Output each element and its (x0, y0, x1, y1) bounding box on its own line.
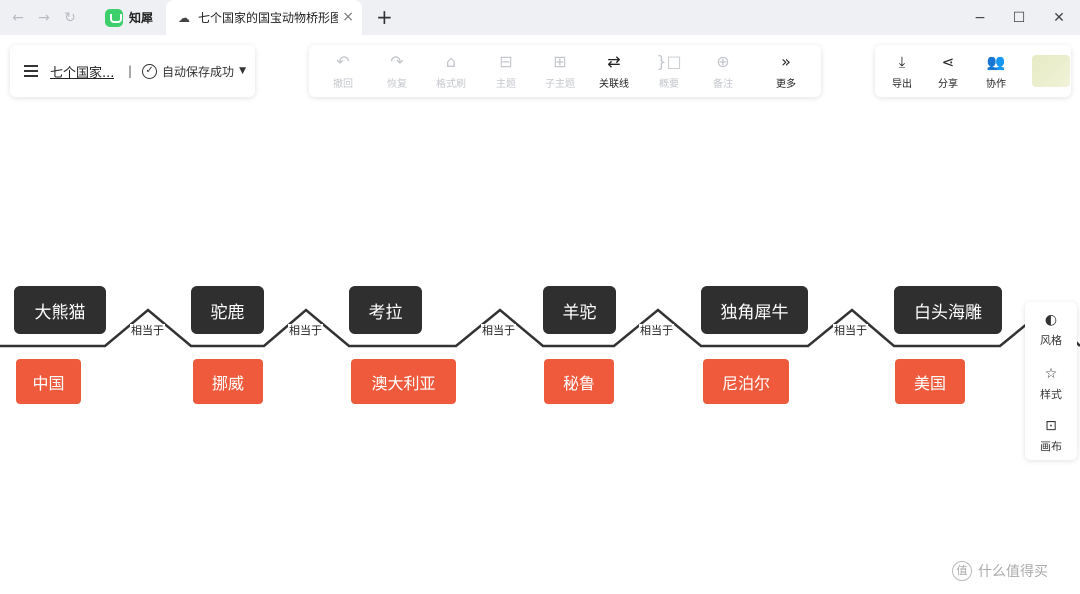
more-icon: » (781, 52, 791, 71)
relation-label[interactable]: 相当于 (130, 324, 165, 338)
relation-label[interactable]: 相当于 (639, 324, 674, 338)
relation-label[interactable]: 相当于 (481, 324, 516, 338)
palette-icon: ◐ (1044, 312, 1058, 328)
right-toolbar-button-2[interactable]: 👥 协作 (974, 51, 1018, 90)
country-node[interactable]: 澳大利亚 (351, 359, 456, 404)
animal-node[interactable]: 羊驼 (543, 286, 616, 334)
cloud-icon: ☁ (178, 10, 190, 25)
toolbar-button-2[interactable]: ⌂ 格式刷 (424, 51, 478, 90)
right-toolbar-button-1[interactable]: ⋖ 分享 (926, 51, 970, 90)
toolbar-label: 概要 (659, 79, 679, 90)
toolbar-button-1[interactable]: ↷ 恢复 (370, 51, 424, 90)
side-panel-item-0[interactable]: ◐ 风格 (1025, 310, 1077, 348)
animal-node[interactable]: 大熊猫 (14, 286, 106, 334)
relation-label[interactable]: 相当于 (288, 324, 323, 338)
toolbar-label: 恢复 (387, 79, 407, 90)
divider: | (128, 64, 133, 78)
watermark-logo-icon: 值 (952, 561, 972, 581)
right-toolbar-button-0[interactable]: ⤓ 导出 (880, 51, 924, 90)
document-title[interactable]: 七个国家... (50, 62, 114, 81)
toolbar-label: 更多 (776, 79, 796, 90)
animal-node[interactable]: 考拉 (349, 286, 422, 334)
animal-node[interactable]: 驼鹿 (191, 286, 264, 334)
maximize-icon[interactable]: ☐ (1009, 8, 1029, 28)
note-icon: ⊕ (716, 52, 730, 71)
back-icon[interactable]: ← (8, 8, 28, 28)
country-node[interactable]: 中国 (16, 359, 81, 404)
country-node[interactable]: 美国 (895, 359, 965, 404)
format-brush-icon: ⌂ (445, 52, 457, 71)
side-panel: ◐ 风格 ☆ 样式 ⊡ 画布 (1025, 302, 1077, 460)
tab-title: 知犀 (129, 11, 154, 25)
side-panel-item-1[interactable]: ☆ 样式 (1025, 364, 1077, 402)
relation-label[interactable]: 相当于 (833, 324, 868, 338)
subtopic-icon: ⊞ (553, 52, 567, 71)
watermark: 值 什么值得买 (952, 561, 1048, 581)
side-panel-label: 画布 (1040, 440, 1062, 453)
country-node[interactable]: 尼泊尔 (703, 359, 789, 404)
tab-title: 七个国家的国宝动物桥形图_新 (198, 11, 338, 25)
animal-node[interactable]: 白头海雕 (894, 286, 1002, 334)
toolbar-button-7[interactable]: ⊕ 备注 (696, 51, 750, 90)
tab-current-document[interactable]: ☁ 七个国家的国宝动物桥形图_新 × (166, 0, 362, 35)
redo-icon: ↷ (390, 52, 404, 71)
avatar[interactable] (1032, 55, 1070, 87)
tab-close-icon[interactable]: × (342, 10, 354, 24)
toolbar-button-3[interactable]: ⊟ 主题 (479, 51, 533, 90)
undo-icon: ↶ (336, 52, 350, 71)
country-node[interactable]: 秘鲁 (544, 359, 614, 404)
zhixi-logo-icon (105, 8, 123, 27)
toolbar-label: 撤回 (333, 79, 353, 90)
browser-tab-bar: ← → ↻ 知犀 ☁ 七个国家的国宝动物桥形图_新 × + − ☐ ✕ (0, 0, 1080, 35)
toolbar-button-8[interactable]: » 更多 (759, 51, 813, 90)
toolbar-label: 主题 (496, 79, 516, 90)
close-window-icon[interactable]: ✕ (1049, 8, 1069, 28)
animal-node[interactable]: 独角犀牛 (701, 286, 808, 334)
share-icon: ⋖ (941, 53, 955, 71)
export-icon: ⤓ (898, 53, 906, 71)
toolbar: ↶ 撤回 ↷ 恢复 ⌂ 格式刷 ⊟ 主题 ⊞ 子主题 ⇄ 关联线 }□ 概要 ⊕ 备注 » 更多 (309, 45, 821, 97)
menu-icon[interactable] (24, 65, 38, 77)
reload-icon[interactable]: ↻ (60, 8, 80, 28)
minimize-icon[interactable]: − (970, 8, 990, 28)
watermark-text: 什么值得买 (978, 564, 1048, 580)
collaborate-icon: 👥 (986, 53, 1006, 71)
bridge-line (0, 308, 1080, 348)
right-toolbar: ⤓ 导出 ⋖ 分享 👥 协作 (875, 45, 1071, 97)
toolbar-label: 关联线 (599, 79, 629, 90)
toolbar-label: 备注 (713, 79, 733, 90)
side-panel-item-2[interactable]: ⊡ 画布 (1025, 416, 1077, 454)
toolbar-button-0[interactable]: ↶ 撤回 (316, 51, 370, 90)
toolbar-button-5[interactable]: ⇄ 关联线 (587, 51, 641, 90)
toolbar-button-6[interactable]: }□ 概要 (642, 51, 696, 90)
right-toolbar-label: 分享 (938, 79, 958, 90)
style-icon: ☆ (1044, 366, 1058, 382)
toolbar-button-4[interactable]: ⊞ 子主题 (533, 51, 587, 90)
toolbar-label: 子主题 (545, 79, 575, 90)
side-panel-label: 风格 (1040, 334, 1062, 347)
tab-zhixi[interactable]: 知犀 (93, 0, 163, 35)
canvas-icon: ⊡ (1045, 418, 1057, 434)
relation-line-icon: ⇄ (607, 52, 621, 71)
right-toolbar-label: 协作 (986, 79, 1006, 90)
save-status[interactable]: 自动保存成功 (162, 63, 234, 80)
check-circle-icon: ✓ (142, 63, 158, 79)
mindmap-canvas[interactable]: 大熊猫中国 驼鹿挪威 考拉澳大利亚 羊驼秘鲁 独角犀牛尼泊尔 白头海雕美国 相当于 相当于 相当… (0, 100, 1080, 594)
new-tab-button[interactable]: + (376, 6, 393, 28)
toolbar-label: 格式刷 (436, 79, 466, 90)
document-panel: 七个国家... | ✓ 自动保存成功 ▼ (10, 45, 255, 97)
right-toolbar-label: 导出 (892, 79, 912, 90)
forward-icon[interactable]: → (34, 8, 54, 28)
side-panel-label: 样式 (1040, 388, 1062, 401)
topic-icon: ⊟ (499, 52, 513, 71)
caret-down-icon[interactable]: ▼ (239, 66, 246, 76)
summary-icon: }□ (656, 52, 682, 71)
country-node[interactable]: 挪威 (193, 359, 263, 404)
